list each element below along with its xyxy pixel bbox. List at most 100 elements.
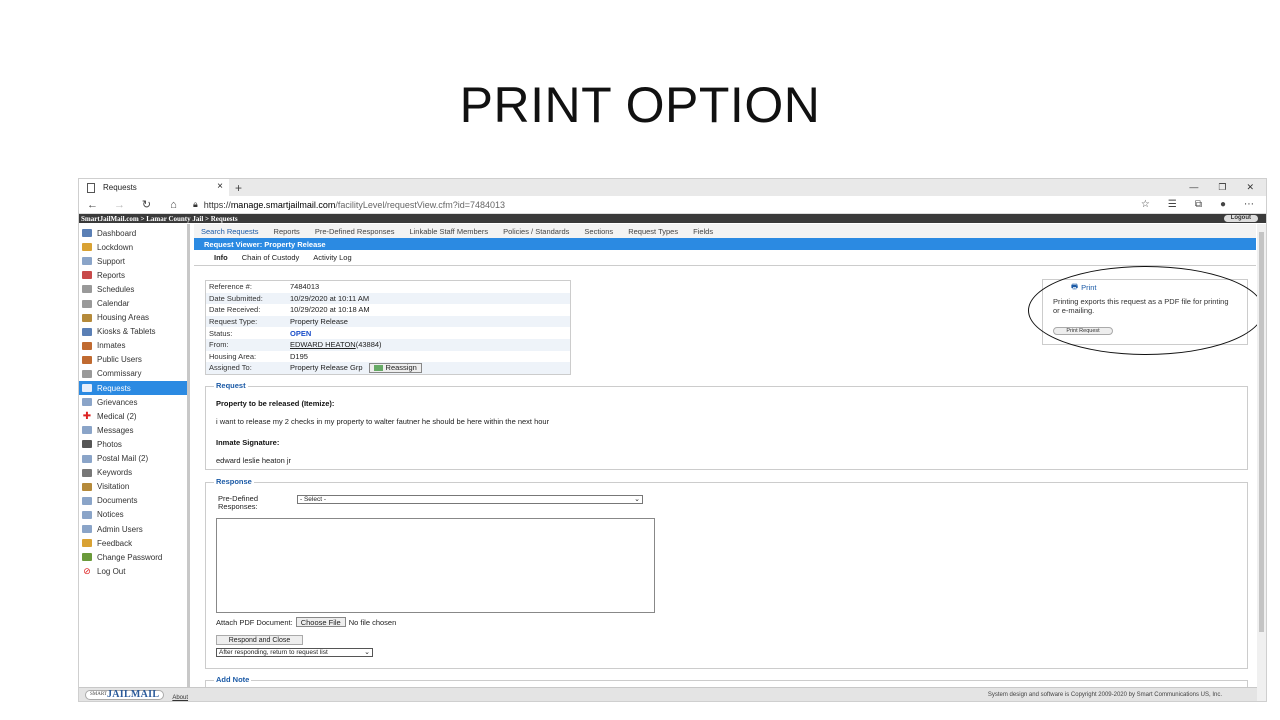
sidebar-item-inmates[interactable]: Inmates (79, 339, 187, 353)
minimize-icon[interactable]: — (1189, 182, 1198, 193)
info-row: Reference #: 7484013 (206, 281, 570, 293)
scrollbar[interactable] (1257, 224, 1266, 701)
sidebar-item-grievances[interactable]: Grievances (79, 395, 187, 409)
sidebar-item-admin-users[interactable]: Admin Users (79, 522, 187, 536)
favorite-star-icon[interactable]: ☆ (1141, 199, 1150, 210)
info-key: Housing Area: (209, 351, 257, 361)
response-legend: Response (214, 477, 254, 486)
sidebar-item-label: Public Users (97, 355, 142, 365)
nav-pre-defined-responses[interactable]: Pre-Defined Responses (315, 227, 395, 236)
respond-close-button[interactable]: Respond and Close (216, 635, 303, 645)
nav-policies-standards[interactable]: Policies / Standards (503, 227, 569, 236)
sidebar-item-feedback[interactable]: Feedback (79, 536, 187, 550)
about-link[interactable]: About (172, 695, 188, 701)
sidebar-item-lockdown[interactable]: Lockdown (79, 240, 187, 254)
favorites-icon[interactable]: ☰ (1168, 199, 1177, 210)
scroll-thumb[interactable] (1259, 232, 1264, 632)
sidebar-item-schedules[interactable]: Schedules (79, 282, 187, 296)
profile-icon[interactable]: ● (1220, 199, 1226, 210)
sidebar-item-requests[interactable]: Requests (79, 381, 187, 396)
sidebar-item-label: Housing Areas (97, 313, 150, 323)
info-value: 7484013 (290, 282, 319, 291)
reassign-icon (373, 364, 383, 371)
sidebar-item-keywords[interactable]: Keywords (79, 466, 187, 480)
sidebar-item-medical-2[interactable]: ✚ Medical (2) (79, 409, 187, 423)
tab-chain-of-custody[interactable]: Chain of Custody (242, 253, 300, 262)
sidebar-item-public-users[interactable]: Public Users (79, 353, 187, 367)
sidebar-item-kiosks-tablets[interactable]: Kiosks & Tablets (79, 325, 187, 339)
chart-icon (82, 271, 92, 280)
nav-reports[interactable]: Reports (274, 227, 300, 236)
info-value-text[interactable]: EDWARD HEATON (290, 340, 356, 349)
sidebar-item-calendar[interactable]: Calendar (79, 296, 187, 310)
url-field[interactable]: 🔒︎ https://manage.smartjailmail.com/faci… (193, 199, 505, 210)
print-request-button[interactable]: Print Request (1053, 327, 1113, 335)
property-label: Property to be released (Itemize): (216, 399, 335, 408)
address-bar-row: ← → ↻ ⌂ 🔒︎ https://manage.smartjailmail.… (79, 196, 1266, 214)
sidebar-item-change-password[interactable]: Change Password (79, 550, 187, 564)
reassign-button[interactable]: Reassign (368, 362, 422, 373)
sidebar-item-support[interactable]: Support (79, 254, 187, 268)
more-icon[interactable]: ⋯ (1244, 199, 1254, 210)
close-tab-icon[interactable]: × (217, 181, 223, 192)
sidebar-item-messages[interactable]: Messages (79, 423, 187, 437)
close-window-icon[interactable]: ✕ (1246, 182, 1254, 193)
after-respond-select[interactable]: After responding, return to request list… (216, 648, 373, 657)
eye-icon (82, 468, 92, 477)
sidebar-item-reports[interactable]: Reports (79, 268, 187, 282)
sidebar-item-postal-mail-2[interactable]: Postal Mail (2) (79, 452, 187, 466)
home-icon[interactable]: ⌂ (160, 199, 187, 211)
url-host: manage.smartjailmail.com (230, 199, 336, 210)
refresh-icon[interactable]: ↻ (133, 198, 160, 211)
sidebar-item-visitation[interactable]: Visitation (79, 480, 187, 494)
logo-text-a: SMART (90, 692, 107, 697)
logout-button[interactable]: Logout (1223, 215, 1258, 222)
nav-search-requests[interactable]: Search Requests (201, 227, 259, 236)
sidebar-item-notices[interactable]: Notices (79, 508, 187, 522)
collections-icon[interactable]: ⧉ (1195, 199, 1202, 210)
info-row: Status: OPEN (206, 327, 570, 339)
sidebar-item-documents[interactable]: Documents (79, 494, 187, 508)
sidebar-item-label: Reports (97, 270, 126, 280)
house-icon (82, 313, 92, 322)
page-icon (87, 182, 95, 193)
sidebar-item-housing-areas[interactable]: Housing Areas (79, 311, 187, 325)
sidebar-item-commissary[interactable]: Commissary (79, 367, 187, 381)
response-textarea[interactable] (216, 518, 655, 613)
envelope-icon (82, 426, 92, 435)
info-row: Request Type: Property Release (206, 315, 570, 328)
sidebar-item-label: Requests (97, 383, 131, 393)
nav-fields[interactable]: Fields (693, 227, 713, 236)
tab-activity-log[interactable]: Activity Log (313, 253, 351, 262)
back-icon[interactable]: ← (79, 199, 106, 211)
slide-title: PRINT OPTION (459, 77, 821, 133)
nav-sections[interactable]: Sections (584, 227, 613, 236)
new-tab-icon[interactable]: + (235, 181, 242, 195)
forward-icon[interactable]: → (106, 199, 133, 211)
predefined-select[interactable]: - Select - ⌄ (297, 495, 643, 504)
choose-file-button[interactable]: Choose File (295, 617, 346, 627)
info-value: D195 (290, 352, 308, 361)
info-row: Date Received: 10/29/2020 at 10:18 AM (206, 304, 570, 316)
info-value: 10/29/2020 at 10:18 AM (290, 305, 370, 314)
dashboard-icon (82, 229, 92, 238)
sidebar-item-label: Log Out (97, 566, 126, 576)
predefined-value: - Select - (300, 496, 327, 503)
nav-linkable-staff-members[interactable]: Linkable Staff Members (409, 227, 488, 236)
info-value-text: OPEN (290, 328, 312, 338)
sidebar-item-dashboard[interactable]: Dashboard (79, 226, 187, 240)
restore-icon[interactable]: ❐ (1218, 182, 1226, 193)
nav-request-types[interactable]: Request Types (628, 227, 678, 236)
tab-info[interactable]: Info (214, 253, 228, 262)
sidebar-item-label: Grievances (97, 397, 138, 407)
info-row: Assigned To: Property Release Grp Reassign (206, 362, 570, 374)
sidebar: Dashboard Lockdown Support Reports Schedules… (79, 224, 190, 689)
browser-tab[interactable]: Requests × (79, 179, 229, 196)
no-file-text: No file chosen (348, 617, 397, 627)
sidebar-item-photos[interactable]: Photos (79, 437, 187, 451)
sidebar-item-log-out[interactable]: ⊘ Log Out (79, 564, 187, 578)
sidebar-item-label: Photos (97, 439, 122, 449)
info-value: 10/29/2020 at 10:11 AM (290, 294, 369, 303)
info-key: Date Received: (209, 305, 261, 315)
sub-tabs: Info Chain of Custody Activity Log (194, 250, 1256, 266)
